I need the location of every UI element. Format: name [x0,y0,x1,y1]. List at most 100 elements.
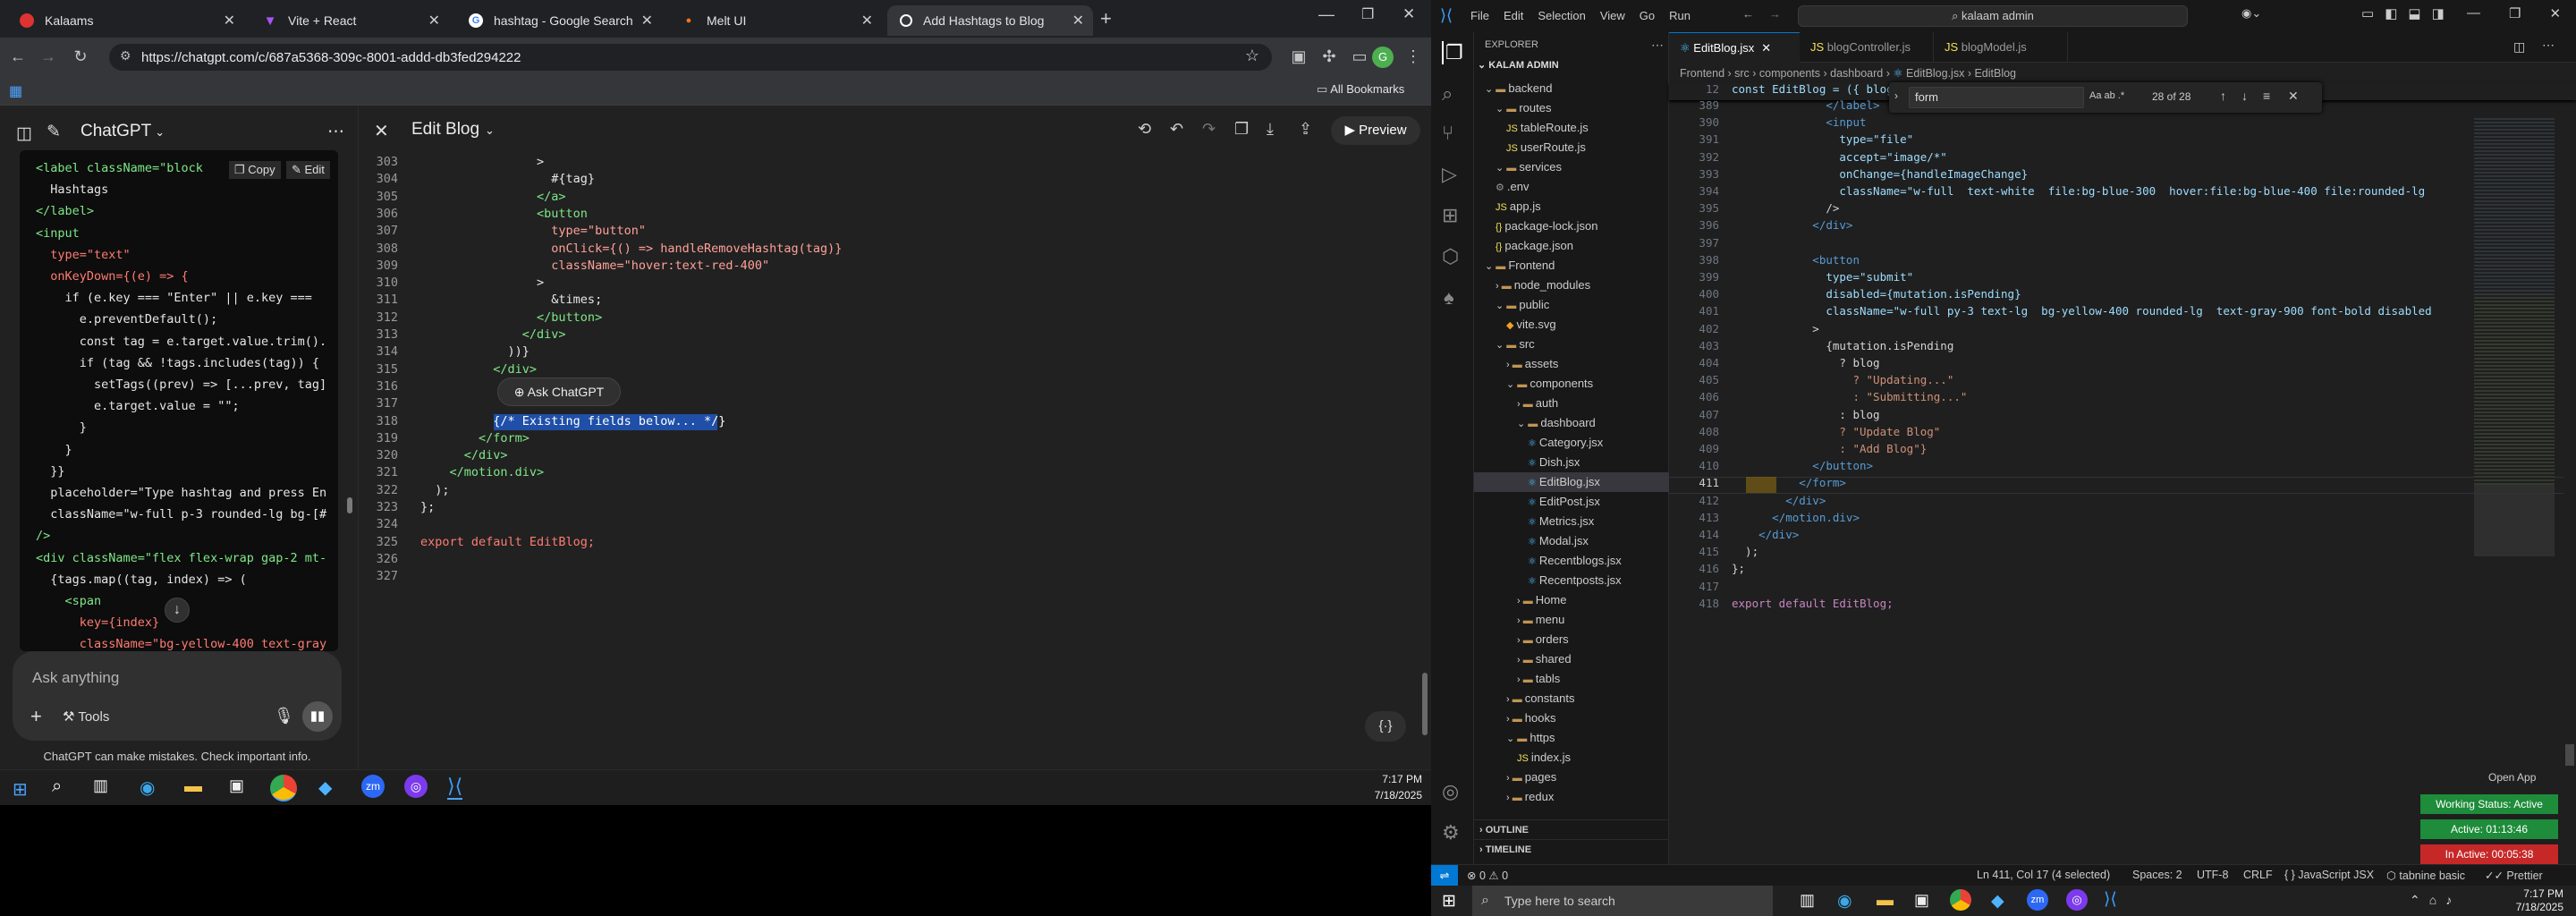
tab-blogcontroller[interactable]: JS blogController.js [1800,32,1934,63]
tree-folder[interactable]: › ▬ node_modules [1496,276,1590,295]
vscode-taskbar-icon[interactable]: ⟩⟨ [447,775,463,800]
code-line[interactable]: }; [1732,560,1745,577]
tree-file[interactable]: ⚛ Modal.jsx [1528,531,1589,551]
code-actions-button[interactable]: {·} [1365,711,1406,742]
ask-chatgpt-button[interactable]: ⊕ Ask ChatGPT [497,377,621,406]
cursor-position[interactable]: Ln 411, Col 17 (4 selected) [1977,869,2110,881]
minimize-icon[interactable]: — [1318,5,1335,24]
close-tab-icon[interactable]: ✕ [641,12,653,30]
preview-button[interactable]: ▶ Preview [1331,116,1420,145]
file-explorer-icon[interactable]: ▬ [1877,891,1894,911]
nav-back-icon[interactable]: ← [1742,7,1754,21]
model-selector[interactable]: ChatGPT ⌄ [80,122,165,141]
tree-file[interactable]: JS tableRoute.js [1506,118,1589,138]
store-icon[interactable]: ▣ [229,776,244,795]
code-line[interactable]: /> [1732,199,1839,216]
bookmark-star-icon[interactable]: ☆ [1245,47,1259,65]
account-icon[interactable]: ◎ [1442,780,1459,803]
close-tab-icon[interactable]: ✕ [861,12,873,30]
store-icon[interactable]: ▣ [1914,891,1929,910]
tree-folder[interactable]: › ▬ menu [1517,610,1564,630]
tree-folder[interactable]: ⌄ ▬ components [1506,374,1593,394]
zoom-icon[interactable]: zm [361,775,385,798]
tree-folder[interactable]: › ▬ hooks [1506,708,1556,728]
app-icon[interactable]: ◆ [318,776,332,799]
reload-icon[interactable]: ↻ [68,44,93,69]
prettier-status[interactable]: ✓✓ Prettier [2485,869,2543,882]
minimize-icon[interactable]: — [2467,5,2480,21]
tree-folder[interactable]: › ▬ tabls [1517,669,1560,689]
code-line[interactable]: ))} [420,344,530,360]
tree-folder[interactable]: › ▬ constants [1506,689,1574,708]
tree-folder[interactable]: › ▬ shared [1517,649,1572,669]
code-line[interactable]: </a> [420,189,566,206]
language-mode[interactable]: { } JavaScript JSX [2284,869,2374,881]
code-line[interactable]: </div> [1732,216,1852,233]
previous-match-icon[interactable]: ↑ [2220,89,2226,103]
code-line[interactable]: ? "Update Blog" [1732,423,1940,440]
tabnine-status[interactable]: ⬡ tabnine basic [2386,869,2465,882]
plus-icon[interactable]: + [30,705,42,728]
toggle-secondary-sidebar-icon[interactable]: ◨ [2432,5,2445,21]
tree-file[interactable]: {} package-lock.json [1496,216,1597,236]
code-line[interactable]: </div> [420,327,566,344]
tree-file[interactable]: ⚛ Dish.jsx [1528,453,1580,472]
code-line[interactable]: > [420,154,544,171]
code-line[interactable]: ); [1732,543,1758,560]
tab-add-hashtags[interactable]: Add Hashtags to Blog ✕ [887,5,1093,36]
tree-file[interactable]: ⚛ Category.jsx [1528,433,1603,453]
tree-folder[interactable]: ⌄ ▬ services [1496,157,1562,177]
download-icon[interactable]: ⤓ [1267,120,1274,139]
code-line[interactable]: </button> [420,310,602,327]
minimap[interactable] [2474,118,2555,655]
file-explorer-icon[interactable]: ▬ [184,776,202,797]
toggle-panel-icon[interactable]: ⬓ [2408,5,2420,21]
code-line[interactable]: &times; [420,292,602,309]
taskbar-search[interactable]: ⌕ Type here to search [1472,886,1773,916]
more-actions-icon[interactable]: ⋯ [1651,38,1664,53]
code-line[interactable]: ? blog [1732,354,1879,371]
tree-file[interactable]: ⚛ EditPost.jsx [1528,492,1600,512]
menu-file[interactable]: File [1470,9,1489,22]
code-line[interactable]: </div> [1732,526,1799,543]
code-line[interactable]: <input [1732,114,1866,131]
edge-icon[interactable]: ◉ [1837,891,1852,912]
github-desktop-icon[interactable]: ◎ [404,775,428,798]
history-icon[interactable]: ⟲ [1138,120,1151,139]
command-center[interactable]: ⌕ kalaam admin [1798,5,2188,27]
clock[interactable]: 7:17 PM 7/18/2025 [1342,771,1422,803]
crumb[interactable]: EditBlog.jsx [1906,67,1964,80]
ask-input-placeholder[interactable]: Ask anything [32,669,119,687]
code-line[interactable]: export default EditBlog; [1732,595,1894,612]
sidebar-toggle-icon[interactable]: ◫ [16,123,32,144]
copilot-icon[interactable]: ◉⌄ [2241,6,2261,21]
menu-selection[interactable]: Selection [1538,9,1585,22]
tree-file[interactable]: ⚙ .env [1496,177,1530,197]
tab-kalaams[interactable]: Kalaams ✕ [7,5,244,36]
customize-layout-icon[interactable]: ▭ [2361,5,2374,21]
copy-icon[interactable]: ❐ [1234,120,1249,139]
problems-indicator[interactable]: ⊗ 0 ⚠ 0 [1467,869,1508,882]
crumb[interactable]: dashboard [1830,67,1883,80]
code-line[interactable]: > [420,275,544,292]
canvas-title[interactable]: Edit Blog ⌄ [411,120,495,140]
code-line[interactable]: ? "Updating..." [1732,371,1953,388]
tree-file[interactable]: ⚛ Recentposts.jsx [1528,571,1622,590]
task-view-icon[interactable]: ▥ [93,776,108,795]
toggle-sidebar-icon[interactable]: ◧ [2385,5,2397,21]
chrome-taskbar-icon[interactable] [270,775,297,802]
next-match-icon[interactable]: ↓ [2241,89,2248,103]
editor-scrollbar[interactable] [2563,118,2576,766]
search-icon[interactable]: ⌕ [1442,82,1453,106]
edit-button[interactable]: ✎ Edit [286,161,330,179]
microphone-icon[interactable]: 🎙 [274,707,294,725]
scroll-down-button[interactable]: ↓ [165,598,190,623]
explorer-files-icon[interactable]: ❐ [1442,41,1463,64]
zoom-icon[interactable]: zm [2027,889,2048,911]
open-app-link[interactable]: Open App [2488,771,2536,784]
tab-blogmodel[interactable]: JS blogModel.js [1934,32,2068,63]
tab-vite[interactable]: ▼ Vite + React ✕ [250,5,449,36]
close-find-icon[interactable]: ✕ [2288,89,2299,104]
tree-file[interactable]: {} package.json [1496,236,1573,256]
menu-view[interactable]: View [1600,9,1625,22]
